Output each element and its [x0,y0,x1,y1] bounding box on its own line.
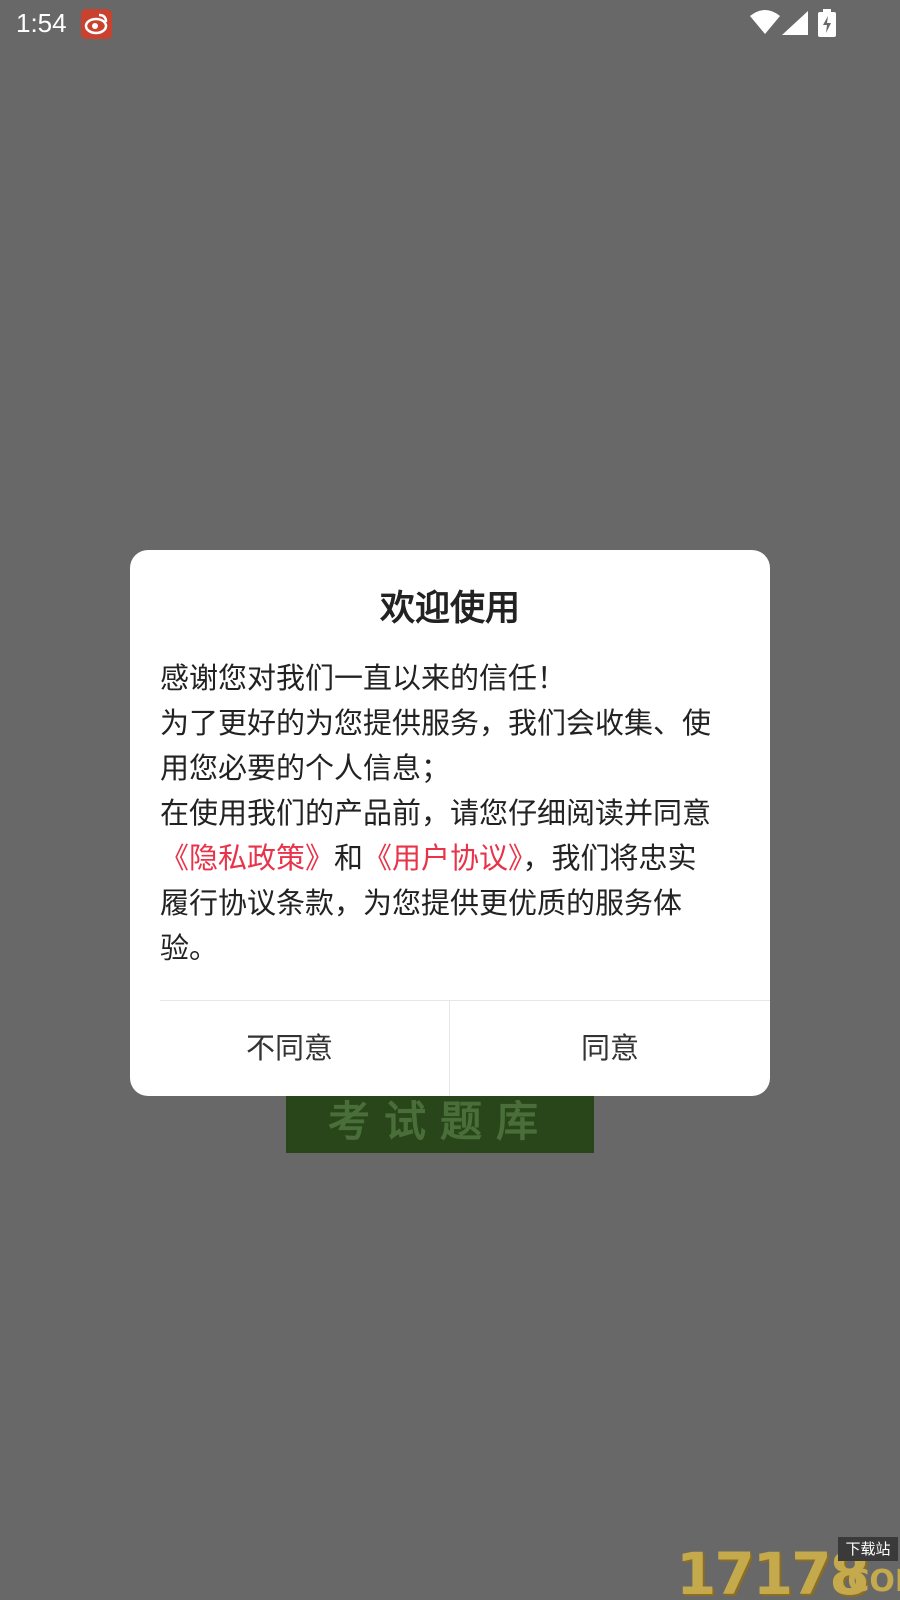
dialog-body-links-line: 《隐私政策》和《用户协议》，我们将忠实 [160,836,744,881]
dialog-body-line: 为了更好的为您提供服务，我们会收集、使 [160,706,712,740]
dialog-title: 欢迎使用 [379,589,520,629]
dialog-body: 感谢您对我们一直以来的信任！ 为了更好的为您提供服务，我们会收集、使 用您必要的… [160,656,744,971]
disagree-button[interactable]: 不同意 [130,1001,449,1096]
user-agreement-link[interactable]: 《用户协议》 [363,841,523,875]
dialog-body-line: 验。 [160,931,219,965]
privacy-dialog: 欢迎使用 感谢您对我们一直以来的信任！ 为了更好的为您提供服务，我们会收集、使 … [130,550,770,1096]
dialog-body-line: 感谢您对我们一直以来的信任！ [160,661,567,695]
status-time: 1:54 [16,8,67,38]
watermark-sub: 下载站 [838,1537,898,1561]
privacy-policy-link[interactable]: 《隐私政策》 [160,841,334,875]
status-bar: 1:54 [0,0,900,48]
dialog-body-line: 用您必要的个人信息； [160,751,451,785]
watermark-com: .COM [836,1564,900,1599]
and-text: 和 [334,841,364,875]
dialog-body-line: 在使用我们的产品前，请您仔细阅读并同意 [160,796,712,830]
status-icons [730,9,900,39]
wifi-icon [750,9,780,39]
weibo-icon [81,9,112,39]
agree-button[interactable]: 同意 [450,1001,770,1096]
watermark-logo: 17178 下载站 .COM [676,1536,900,1600]
exam-bank-banner: 考试题库 [286,1090,594,1153]
signal-icon [782,11,808,39]
dialog-body-text: ，我们将忠实 [522,841,697,875]
dialog-body-line: 履行协议条款，为您提供更优质的服务体 [160,886,683,920]
battery-charging-icon [818,9,836,41]
